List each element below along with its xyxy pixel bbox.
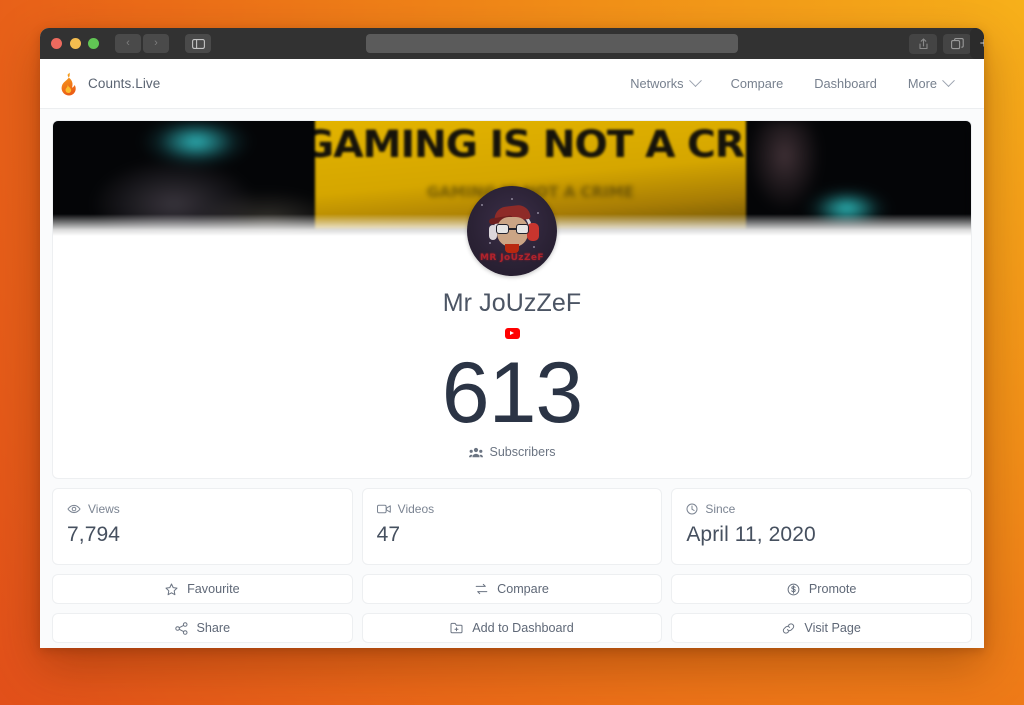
- action-buttons-grid: Favourite Compare Promote Share Add to D…: [52, 574, 972, 648]
- stat-header: Since: [686, 502, 957, 516]
- avatar-name-text: MR JoUzZeF: [480, 253, 544, 263]
- youtube-icon[interactable]: [504, 328, 520, 340]
- flame-icon: [58, 72, 78, 96]
- nav-item-more[interactable]: More: [907, 74, 955, 91]
- stat-header: Videos: [376, 502, 648, 517]
- nav-label: More: [907, 76, 937, 91]
- browser-titlebar: ‹ › +: [40, 28, 984, 59]
- add-to-dashboard-button[interactable]: Add to Dashboard: [361, 613, 663, 644]
- page-content: GAMING IS NOT A CRIME GAMING IS NOT A CR…: [40, 109, 984, 648]
- new-tab-button[interactable]: +: [970, 28, 984, 59]
- avatar[interactable]: MR JoUzZeF: [467, 186, 557, 276]
- forward-button[interactable]: ›: [143, 34, 169, 53]
- minimize-window-button[interactable]: [69, 38, 81, 49]
- visit-page-button[interactable]: Visit Page: [671, 613, 972, 644]
- browser-nav-buttons: ‹ ›: [115, 34, 211, 53]
- maximize-window-button[interactable]: [88, 38, 99, 49]
- subscriber-count: 613: [441, 345, 584, 441]
- action-label: Promote: [808, 582, 857, 597]
- action-label: Compare: [497, 582, 549, 597]
- stat-card-views: Views 7,794: [52, 488, 353, 566]
- browser-window: ‹ › + Counts.Live Networks Compare Dashb…: [40, 28, 984, 648]
- brand-label: Counts.Live: [88, 76, 161, 91]
- site-header: Counts.Live Networks Compare Dashboard M…: [40, 59, 984, 109]
- nav-item-compare[interactable]: Compare: [731, 76, 784, 91]
- avatar-glasses: [496, 224, 529, 234]
- promote-button[interactable]: Promote: [671, 574, 972, 605]
- main-navigation: Networks Compare Dashboard More: [630, 74, 955, 91]
- chevron-down-icon: [688, 74, 702, 88]
- video-icon: [376, 504, 391, 514]
- network-badge-row: [53, 325, 971, 343]
- avatar-neck: [505, 244, 519, 253]
- dollar-icon: [787, 583, 800, 596]
- nav-label: Dashboard: [814, 76, 877, 91]
- action-label: Favourite: [187, 582, 240, 597]
- avatar-image: MR JoUzZeF: [467, 186, 557, 276]
- sidebar-toggle-icon[interactable]: [185, 34, 211, 53]
- favourite-button[interactable]: Favourite: [52, 574, 353, 605]
- eye-icon: [67, 504, 81, 514]
- users-icon: [468, 447, 483, 458]
- share-icon: [174, 621, 188, 635]
- stat-label: Since: [705, 502, 736, 517]
- link-icon: [782, 622, 795, 635]
- action-label: Add to Dashboard: [472, 621, 574, 636]
- action-label: Visit Page: [804, 621, 861, 636]
- stat-value: 47: [376, 523, 401, 547]
- star-icon: [165, 583, 178, 596]
- nav-label: Compare: [730, 76, 784, 91]
- show-tabs-icon[interactable]: [943, 33, 971, 54]
- share-button[interactable]: Share: [52, 613, 353, 644]
- stat-value: 7,794: [67, 523, 121, 547]
- brand-logo-link[interactable]: Counts.Live: [58, 72, 160, 96]
- browser-right-controls: [909, 33, 971, 54]
- dashboard-icon: [450, 622, 463, 634]
- banner-sign-text: GAMING IS NOT A CRIME: [314, 123, 746, 166]
- nav-label: Networks: [630, 76, 684, 91]
- stat-card-since: Since April 11, 2020: [671, 488, 972, 566]
- compare-button[interactable]: Compare: [361, 574, 663, 605]
- back-button[interactable]: ‹: [115, 34, 141, 53]
- chevron-down-icon: [942, 74, 955, 88]
- stats-row: Views 7,794 Videos 47 Since April 11, 20…: [52, 488, 972, 566]
- subscriber-label: Subscribers: [489, 445, 556, 460]
- window-traffic-lights: [51, 38, 99, 49]
- action-label: Share: [196, 621, 231, 636]
- stat-card-videos: Videos 47: [361, 488, 663, 566]
- stat-header: Views: [67, 502, 338, 516]
- page-title: Mr JoUzZeF: [442, 289, 582, 317]
- address-bar[interactable]: [366, 34, 738, 53]
- subscriber-count-label-row: Subscribers: [53, 445, 971, 459]
- nav-item-networks[interactable]: Networks: [630, 74, 702, 91]
- close-window-button[interactable]: [51, 38, 62, 49]
- nav-item-dashboard[interactable]: Dashboard: [814, 76, 877, 91]
- compare-icon: [475, 583, 488, 595]
- stat-label: Views: [88, 502, 120, 517]
- share-icon[interactable]: [909, 33, 937, 54]
- web-page: Counts.Live Networks Compare Dashboard M…: [40, 59, 984, 648]
- stat-label: Videos: [397, 502, 435, 517]
- clock-icon: [686, 503, 698, 515]
- profile-card: GAMING IS NOT A CRIME GAMING IS NOT A CR…: [52, 120, 972, 480]
- stat-value: April 11, 2020: [686, 523, 816, 547]
